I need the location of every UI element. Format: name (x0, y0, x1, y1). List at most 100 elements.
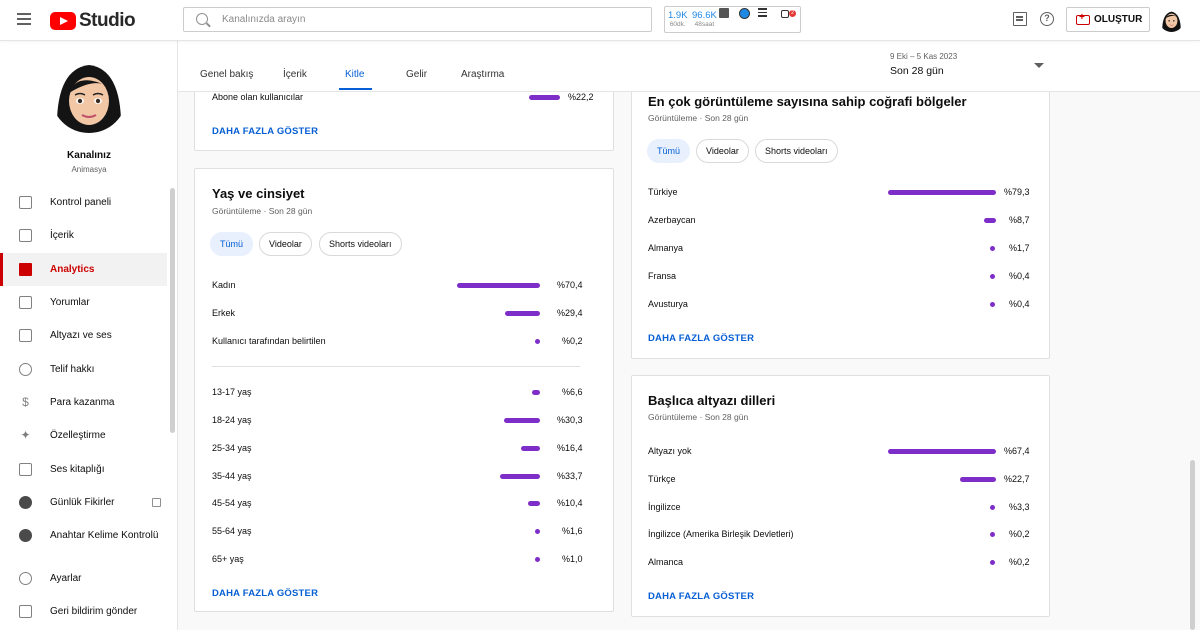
row-label: 25-34 yaş (212, 443, 252, 453)
tab-content[interactable]: İçerik (283, 69, 307, 80)
percentage-dot (990, 246, 995, 251)
channel-avatar[interactable] (51, 57, 127, 133)
show-more-link[interactable]: DAHA FAZLA GÖSTER (212, 588, 318, 599)
show-more-link[interactable]: DAHA FAZLA GÖSTER (648, 333, 754, 344)
date-range-selector[interactable]: 9 Eki – 5 Kas 2023 Son 28 gün (890, 52, 957, 77)
row-value: %79,3 (1004, 187, 1030, 197)
chevron-down-icon[interactable] (1034, 63, 1044, 68)
row-value: %1,7 (1009, 243, 1030, 253)
messages-icon[interactable] (1013, 12, 1027, 26)
sidebar-item-label: Altyazı ve ses (50, 330, 112, 341)
help-icon[interactable]: ? (1040, 12, 1054, 26)
row-label: Almanca (648, 557, 684, 567)
percentage-bar (532, 390, 540, 395)
sidebar-item-audio-library[interactable]: Ses kitaplığı (0, 453, 167, 486)
search-input[interactable] (222, 11, 622, 28)
tab-research[interactable]: Araştırma (461, 69, 504, 80)
percentage-bar (500, 474, 540, 479)
sidebar-item-label: Anahtar Kelime Kontrolü (50, 530, 159, 541)
subtitle-languages-card: Başlıca altyazı dilleri Görüntüleme · So… (631, 375, 1050, 617)
row-label: İngilizce (Amerika Birleşik Devletleri) (648, 529, 794, 539)
sidebar: Kanalınız Animasya Kontrol paneli İçerik… (0, 41, 178, 630)
sidebar-item-monetization[interactable]: $ Para kazanma (0, 386, 167, 419)
row-value: %1,0 (562, 554, 583, 564)
sidebar-item-dashboard[interactable]: Kontrol paneli (0, 186, 167, 219)
chip-videos[interactable]: Videolar (696, 139, 749, 163)
create-video-icon (1076, 12, 1090, 25)
tab-audience[interactable]: Kitle (345, 69, 364, 80)
sidebar-item-label: Yorumlar (50, 297, 90, 308)
sidebar-item-label: Analytics (50, 264, 95, 275)
row-value: %0,2 (1009, 557, 1030, 567)
logo-text: Studio (79, 10, 136, 31)
show-more-link[interactable]: DAHA FAZLA GÖSTER (212, 126, 318, 137)
tubebuddy-icon (19, 529, 32, 542)
show-more-link[interactable]: DAHA FAZLA GÖSTER (648, 591, 754, 602)
row-value: %1,6 (562, 526, 583, 536)
chip-videos[interactable]: Videolar (259, 232, 312, 256)
main-scrollbar[interactable] (1190, 460, 1195, 630)
percentage-bar (984, 218, 996, 223)
percentage-bar (457, 283, 540, 288)
row-value: %0,4 (1009, 271, 1030, 281)
youtube-studio-logo[interactable]: Studio (50, 10, 136, 32)
tubebuddy-icon[interactable] (739, 8, 750, 19)
row-value: %22,7 (1004, 474, 1030, 484)
sidebar-item-label: Günlük Fikirler (50, 497, 115, 508)
analytics-tabs: Genel bakış İçerik Kitle Gelir Araştırma (178, 41, 1200, 92)
subtitles-icon (19, 329, 32, 342)
bar-chart-icon[interactable] (719, 8, 729, 18)
account-avatar[interactable] (1159, 7, 1184, 32)
tab-revenue[interactable]: Gelir (406, 69, 427, 80)
audio-library-icon (19, 463, 32, 476)
date-range-dates: 9 Eki – 5 Kas 2023 (890, 52, 958, 61)
sidebar-item-feedback[interactable]: Geri bildirim gönder (0, 595, 167, 628)
sidebar-item-analytics[interactable]: Analytics (0, 253, 167, 286)
copyright-icon (19, 363, 32, 376)
percentage-dot (990, 560, 995, 565)
sidebar-item-subtitles[interactable]: Altyazı ve ses (0, 319, 167, 352)
row-label: Azerbaycan (648, 215, 696, 225)
row-value: %3,3 (1009, 502, 1030, 512)
content-icon (19, 229, 32, 242)
sidebar-item-customization[interactable]: ✦ Özelleştirme (0, 419, 167, 452)
chip-shorts[interactable]: Shorts videoları (755, 139, 838, 163)
percentage-dot (535, 339, 540, 344)
card-title: Yaş ve cinsiyet (212, 186, 305, 201)
card-subtitle: Görüntüleme · Son 28 gün (648, 412, 749, 422)
percentage-bar (888, 449, 996, 454)
create-button[interactable]: OLUŞTUR (1066, 7, 1150, 32)
tab-overview[interactable]: Genel bakış (200, 69, 253, 80)
chip-shorts[interactable]: Shorts videoları (319, 232, 402, 256)
sidebar-item-keyword-check[interactable]: Anahtar Kelime Kontrolü (0, 519, 167, 552)
sidebar-item-copyright[interactable]: Telif hakkı (0, 353, 167, 386)
row-label: 65+ yaş (212, 554, 244, 564)
row-label: 13-17 yaş (212, 387, 252, 397)
card-subtitle: Görüntüleme · Son 28 gün (648, 113, 749, 123)
percentage-bar (888, 190, 996, 195)
search-box[interactable] (183, 7, 652, 32)
stat-value: 1.9K (668, 10, 688, 21)
sidebar-item-content[interactable]: İçerik (0, 219, 167, 252)
sidebar-scrollbar[interactable] (170, 188, 175, 433)
chip-all[interactable]: Tümü (647, 139, 691, 163)
sidebar-item-comments[interactable]: Yorumlar (0, 286, 167, 319)
card-title: Başlıca altyazı dilleri (648, 393, 776, 408)
percentage-dot (535, 557, 540, 562)
trophy-icon[interactable] (781, 10, 789, 18)
chip-all[interactable]: Tümü (210, 232, 254, 256)
row-label: İngilizce (648, 502, 681, 512)
percentage-bar (529, 95, 560, 100)
stat-label: 48saat (694, 21, 715, 28)
row-label: Kadın (212, 280, 236, 290)
sidebar-item-daily-ideas[interactable]: Günlük Fikirler (0, 486, 167, 519)
sidebar-item-settings[interactable]: Ayarlar (0, 562, 167, 595)
percentage-bar (504, 418, 540, 423)
list-menu-icon[interactable] (758, 8, 768, 18)
percentage-bar (521, 446, 540, 451)
row-label: Kullanıcı tarafından belirtilen (212, 336, 326, 346)
row-label: Erkek (212, 308, 236, 318)
hamburger-menu-icon[interactable] (17, 13, 31, 25)
row-label: Türkçe (648, 474, 676, 484)
row-value: %0,2 (562, 336, 583, 346)
